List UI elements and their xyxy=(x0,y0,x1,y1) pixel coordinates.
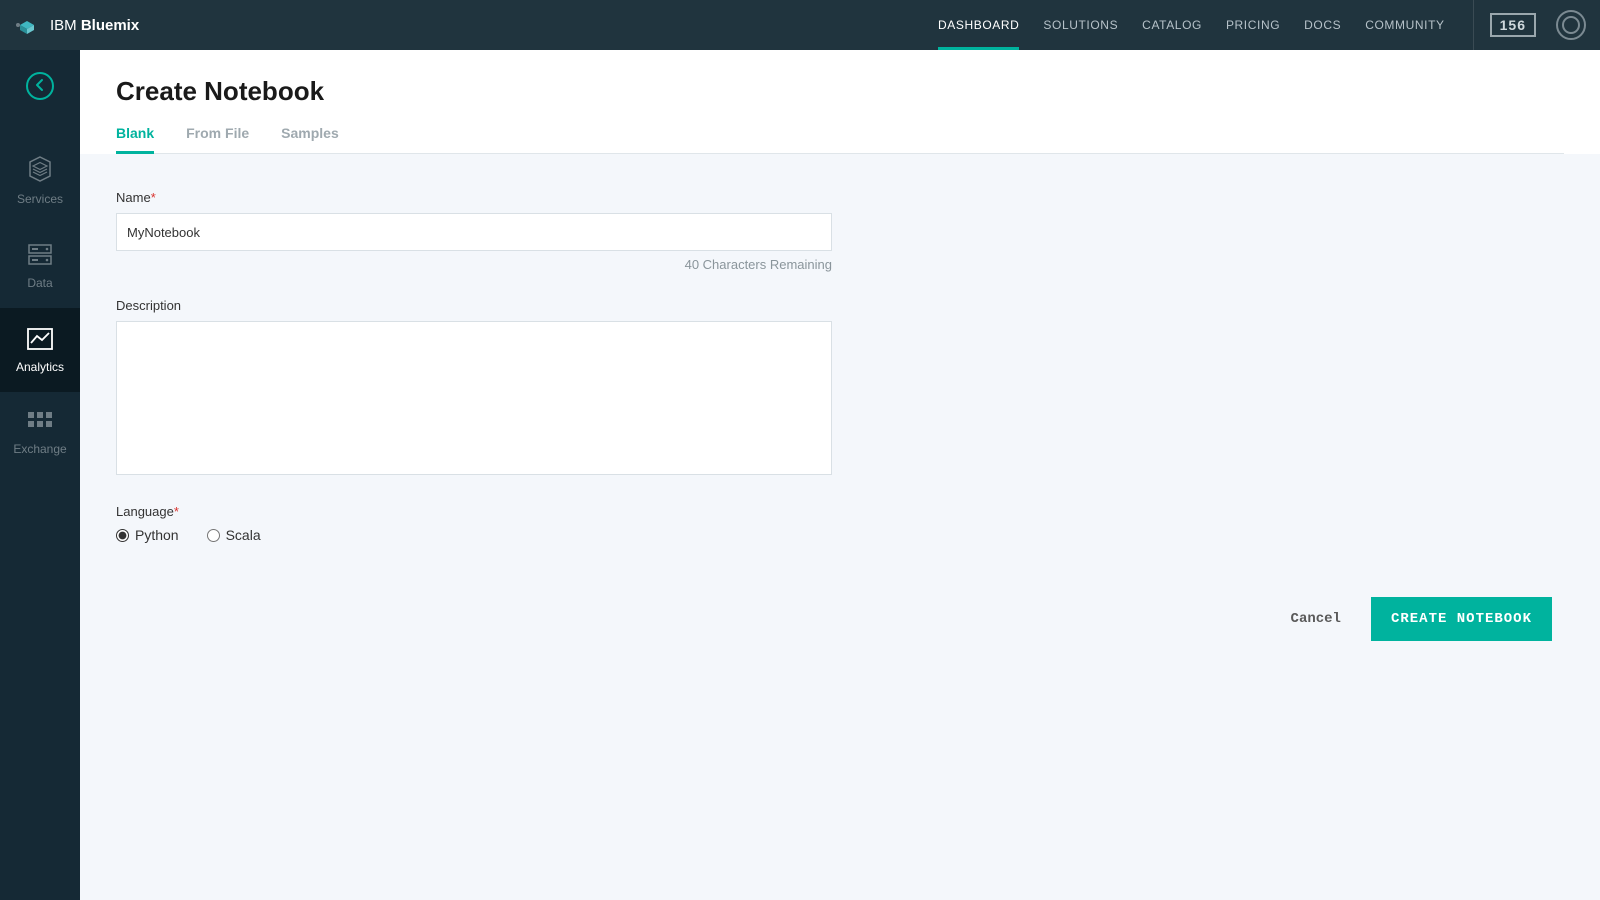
nav-docs[interactable]: DOCS xyxy=(1292,0,1353,50)
back-button[interactable] xyxy=(26,72,54,100)
language-label: Language* xyxy=(116,504,1564,519)
sidebar-item-exchange[interactable]: Exchange xyxy=(0,392,80,474)
sidebar: Services Data Analytics xyxy=(0,50,80,900)
top-right: 156 xyxy=(1473,0,1586,50)
page-header: Create Notebook Blank From File Samples xyxy=(80,50,1600,154)
radio-scala-input[interactable] xyxy=(207,529,220,542)
cancel-button[interactable]: Cancel xyxy=(1291,611,1341,627)
brand-text: IBM Bluemix xyxy=(50,17,139,34)
radio-scala-label: Scala xyxy=(226,527,261,543)
tabs: Blank From File Samples xyxy=(116,125,1564,154)
tab-blank[interactable]: Blank xyxy=(116,125,154,153)
sidebar-item-analytics[interactable]: Analytics xyxy=(0,308,80,392)
name-input[interactable] xyxy=(116,213,832,251)
main: Create Notebook Blank From File Samples … xyxy=(80,50,1600,900)
nav-catalog[interactable]: CATALOG xyxy=(1130,0,1214,50)
radio-python[interactable]: Python xyxy=(116,527,179,543)
page-title: Create Notebook xyxy=(116,76,1564,107)
brand: IBM Bluemix xyxy=(14,12,139,38)
description-input[interactable] xyxy=(116,321,832,475)
language-radios: Python Scala xyxy=(116,527,1564,543)
sidebar-item-label: Exchange xyxy=(13,442,66,456)
form-actions: Cancel CREATE NOTEBOOK xyxy=(116,597,1564,641)
trial-days-badge[interactable]: 156 xyxy=(1490,13,1536,37)
form-row-language: Language* Python Scala xyxy=(116,504,1564,543)
exchange-icon xyxy=(26,410,54,434)
arrow-left-icon xyxy=(33,78,47,95)
sidebar-item-services[interactable]: Services xyxy=(0,136,80,224)
services-icon xyxy=(25,154,55,184)
name-char-remaining: 40 Characters Remaining xyxy=(116,257,832,272)
nav-pricing[interactable]: PRICING xyxy=(1214,0,1292,50)
form-row-description: Description xyxy=(116,298,1564,478)
sidebar-item-label: Services xyxy=(17,192,63,206)
user-avatar-icon xyxy=(1562,16,1580,34)
tab-from-file[interactable]: From File xyxy=(186,125,249,153)
tab-samples[interactable]: Samples xyxy=(281,125,339,153)
radio-python-input[interactable] xyxy=(116,529,129,542)
sidebar-item-data[interactable]: Data xyxy=(0,224,80,308)
top-bar: IBM Bluemix DASHBOARD SOLUTIONS CATALOG … xyxy=(0,0,1600,50)
sidebar-item-label: Analytics xyxy=(16,360,64,374)
form-area: Name* 40 Characters Remaining Descriptio… xyxy=(80,154,1600,900)
radio-python-label: Python xyxy=(135,527,179,543)
top-nav: DASHBOARD SOLUTIONS CATALOG PRICING DOCS… xyxy=(926,0,1457,50)
radio-scala[interactable]: Scala xyxy=(207,527,261,543)
analytics-icon xyxy=(25,326,55,352)
description-label: Description xyxy=(116,298,1564,313)
user-avatar[interactable] xyxy=(1556,10,1586,40)
nav-solutions[interactable]: SOLUTIONS xyxy=(1031,0,1130,50)
nav-dashboard[interactable]: DASHBOARD xyxy=(926,0,1031,50)
data-icon xyxy=(25,242,55,268)
form-row-name: Name* 40 Characters Remaining xyxy=(116,190,1564,272)
sidebar-item-label: Data xyxy=(27,276,52,290)
name-label: Name* xyxy=(116,190,1564,205)
create-notebook-button[interactable]: CREATE NOTEBOOK xyxy=(1371,597,1552,641)
bluemix-logo-icon xyxy=(14,12,40,38)
nav-community[interactable]: COMMUNITY xyxy=(1353,0,1456,50)
